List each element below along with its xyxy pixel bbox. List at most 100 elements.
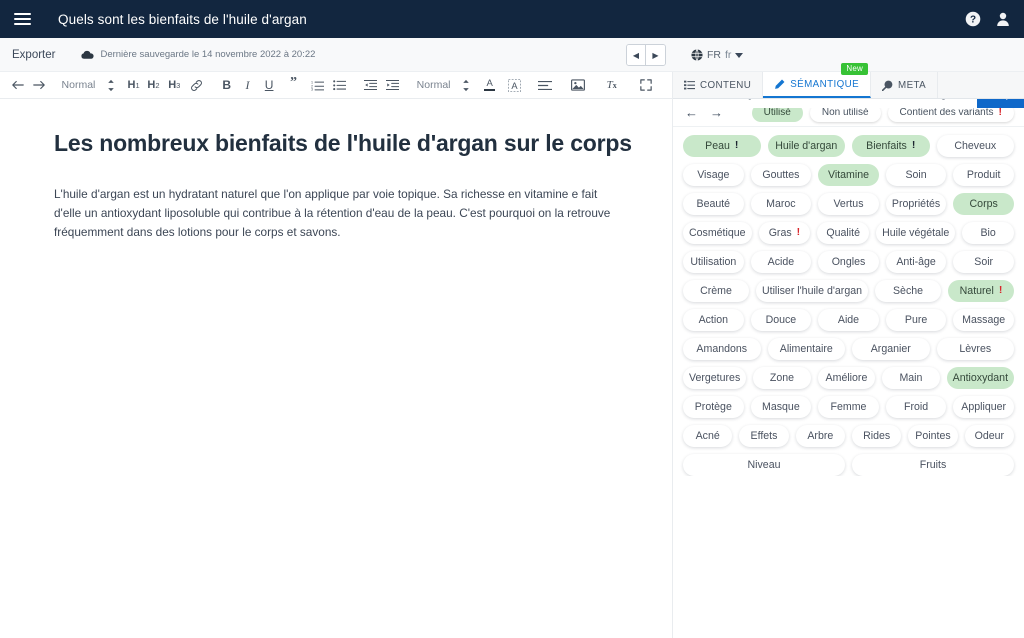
keyword-tag[interactable]: Froid xyxy=(885,396,947,418)
keyword-tag[interactable]: Beauté xyxy=(683,193,744,215)
font-family-label[interactable]: Normal xyxy=(413,74,455,96)
expand-icon[interactable] xyxy=(628,74,664,96)
keyword-tag[interactable]: Main xyxy=(882,367,940,389)
keyword-tag[interactable]: Vergetures xyxy=(683,367,747,389)
keyword-tag[interactable]: Visage xyxy=(683,164,744,186)
keyword-tag[interactable]: Aide xyxy=(818,309,879,331)
italic-button[interactable]: I xyxy=(238,74,258,96)
bold-button[interactable]: B xyxy=(216,74,238,96)
keyword-tag[interactable]: Ongles xyxy=(818,251,879,273)
keyword-tag[interactable]: Alimentaire xyxy=(767,338,845,360)
hamburger-icon[interactable] xyxy=(0,13,44,25)
keyword-tag[interactable]: Pointes xyxy=(908,425,958,447)
keyword-tag-label: Propriétés xyxy=(891,197,941,210)
help-circle-icon[interactable]: ? xyxy=(965,11,981,27)
font-family-stepper[interactable] xyxy=(454,74,478,96)
keyword-tag[interactable]: Odeur xyxy=(964,425,1014,447)
keyword-tag[interactable]: Acné xyxy=(683,425,733,447)
keyword-tag[interactable]: Vitamine xyxy=(818,164,879,186)
panel-back-button[interactable]: ← xyxy=(683,106,700,119)
heading2-button[interactable]: H2 xyxy=(144,74,162,96)
underline-button[interactable]: U xyxy=(257,74,281,96)
language-selector[interactable]: FR fr xyxy=(683,38,751,72)
keyword-tag[interactable]: Action xyxy=(683,309,744,331)
page-next-button[interactable]: ▶ xyxy=(646,45,665,65)
svg-text:?: ? xyxy=(970,15,976,26)
indent-icon[interactable] xyxy=(381,74,405,96)
keyword-tag[interactable]: Acide xyxy=(750,251,812,273)
block-style-stepper[interactable] xyxy=(99,74,123,96)
undo-button[interactable] xyxy=(8,74,28,96)
user-account-icon[interactable] xyxy=(995,11,1011,27)
heading1-button[interactable]: H1 xyxy=(123,74,145,96)
keyword-tag[interactable]: Peau! xyxy=(683,135,761,157)
keyword-tag[interactable]: Protège xyxy=(683,396,744,418)
keyword-tag-label: Pure xyxy=(904,313,928,326)
keyword-tag[interactable]: Anti-âge xyxy=(885,251,947,273)
text-color-button[interactable]: A xyxy=(478,74,502,96)
tab-semantique[interactable]: SÉMANTIQUE New xyxy=(763,63,872,98)
keyword-tag[interactable]: Masque xyxy=(750,396,812,418)
image-icon[interactable] xyxy=(561,74,595,96)
keyword-tag[interactable]: Femme xyxy=(818,396,879,418)
keyword-tag-label: Froid xyxy=(904,400,929,413)
keyword-tag[interactable]: Améliore xyxy=(817,367,876,389)
redo-button[interactable] xyxy=(28,74,50,96)
keyword-tag[interactable]: Arganier xyxy=(852,338,930,360)
tab-contenu[interactable]: CONTENU xyxy=(673,72,764,98)
keyword-tag[interactable]: Cheveux xyxy=(936,135,1014,157)
keyword-tag[interactable]: Pure xyxy=(885,309,947,331)
keyword-tag[interactable]: Crème xyxy=(683,280,749,302)
navbar-actions: ? xyxy=(965,11,1024,27)
keyword-tag[interactable]: Huile végétale xyxy=(876,222,956,244)
keyword-tag[interactable]: Effets xyxy=(739,425,789,447)
blockquote-button[interactable]: ” xyxy=(281,74,306,96)
keyword-tag[interactable]: Qualité xyxy=(817,222,870,244)
keyword-tag[interactable]: Cosmétique xyxy=(683,222,752,244)
keyword-tag[interactable]: Soir xyxy=(953,251,1014,273)
document-canvas[interactable]: Les nombreux bienfaits de l'huile d'arga… xyxy=(0,99,672,242)
keyword-tag[interactable]: Niveau xyxy=(683,454,845,476)
pencil-icon xyxy=(775,79,785,89)
page-prev-button[interactable]: ◀ xyxy=(627,45,646,65)
keyword-tag[interactable]: Maroc xyxy=(750,193,812,215)
keyword-tag[interactable]: Douce xyxy=(750,309,812,331)
keyword-tag[interactable]: Amandons xyxy=(683,338,761,360)
highlight-button[interactable]: A xyxy=(501,74,528,96)
outdent-icon[interactable] xyxy=(360,74,382,96)
keyword-tag[interactable]: Naturel! xyxy=(948,280,1014,302)
keyword-tag[interactable]: Utiliser l'huile d'argan xyxy=(755,280,869,302)
keyword-tag[interactable]: Bienfaits! xyxy=(852,135,930,157)
keyword-tag[interactable]: Zone xyxy=(753,367,811,389)
keyword-tag[interactable]: Soin xyxy=(885,164,947,186)
tab-meta[interactable]: META xyxy=(871,72,939,98)
panel-forward-button[interactable]: → xyxy=(708,106,725,119)
keyword-tag[interactable]: Massage xyxy=(953,309,1014,331)
keyword-tag[interactable]: Bio xyxy=(962,222,1015,244)
keyword-tag[interactable]: Produit xyxy=(953,164,1014,186)
keyword-tag[interactable]: Gras! xyxy=(758,222,811,244)
keyword-tag[interactable]: Utilisation xyxy=(683,251,744,273)
keyword-tag-label: Arbre xyxy=(807,429,834,442)
keyword-tag[interactable]: Rides xyxy=(851,425,902,447)
align-icon[interactable] xyxy=(528,74,561,96)
export-button[interactable]: Exporter xyxy=(12,49,55,61)
toolbar-spacer-1 xyxy=(50,74,58,96)
ordered-list-icon[interactable]: 123 xyxy=(306,74,328,96)
keyword-tag[interactable]: Fruits xyxy=(852,454,1014,476)
block-style-label[interactable]: Normal xyxy=(58,74,100,96)
keyword-tag[interactable]: Gouttes xyxy=(750,164,812,186)
keyword-tag[interactable]: Lèvres xyxy=(936,338,1014,360)
bullet-list-icon[interactable] xyxy=(328,74,352,96)
keyword-tag[interactable]: Vertus xyxy=(818,193,879,215)
clear-format-button[interactable]: Tx xyxy=(595,74,628,96)
keyword-tag[interactable]: Antioxydant xyxy=(946,367,1015,389)
heading3-button[interactable]: H3 xyxy=(163,74,187,96)
keyword-tag[interactable]: Appliquer xyxy=(953,396,1014,418)
keyword-tag[interactable]: Sèche xyxy=(875,280,941,302)
keyword-tag[interactable]: Huile d'argan xyxy=(767,135,845,157)
keyword-tag[interactable]: Propriétés xyxy=(885,193,947,215)
keyword-tag[interactable]: Arbre xyxy=(795,425,845,447)
keyword-tag[interactable]: Corps xyxy=(953,193,1014,215)
link-icon[interactable] xyxy=(186,74,208,96)
